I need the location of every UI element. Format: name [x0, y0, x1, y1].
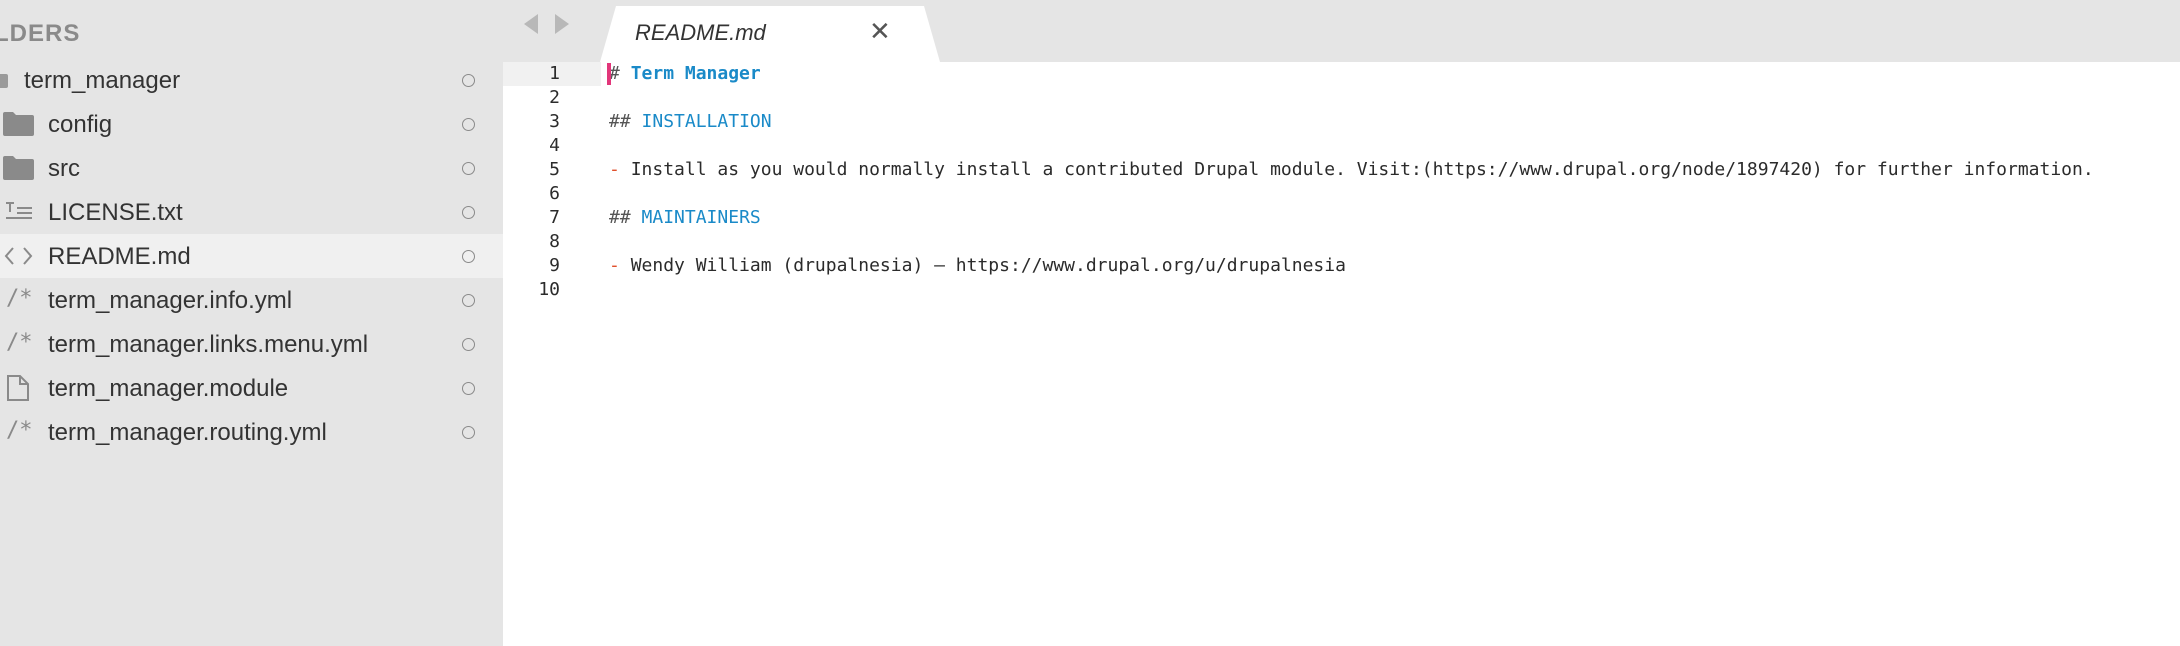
- open-indicator-icon: [462, 382, 475, 395]
- tree-row-module[interactable]: term_manager.module: [0, 366, 503, 410]
- editor-area[interactable]: [503, 62, 2180, 646]
- tree-row-links-menu-yml[interactable]: /* term_manager.links.menu.yml: [0, 322, 503, 366]
- bullet-marker: -: [609, 255, 620, 276]
- line-number: 9: [549, 255, 560, 276]
- line-number: 4: [549, 135, 560, 156]
- open-indicator-icon: [462, 250, 475, 263]
- tree-label-config: config: [48, 111, 113, 138]
- open-indicator-icon: [462, 74, 475, 87]
- line-number: 5: [549, 159, 560, 180]
- line-number: 10: [538, 279, 560, 300]
- back-arrow-icon[interactable]: [524, 14, 538, 34]
- tree-label-readme: README.md: [48, 243, 191, 270]
- open-indicator-icon: [462, 162, 475, 175]
- tree-label-src: src: [48, 155, 80, 182]
- folder-icon: [0, 102, 40, 146]
- tree-label-links-menu-yml: term_manager.links.menu.yml: [48, 331, 369, 358]
- tree-row-root[interactable]: term_manager: [0, 58, 503, 102]
- tree-row-config[interactable]: config: [0, 102, 503, 146]
- comment-slash-icon: /*: [6, 286, 33, 311]
- tree-label-license: LICENSE.txt: [48, 199, 183, 226]
- list-text: Wendy William (drupalnesia) — https://ww…: [630, 255, 1346, 276]
- open-indicator-icon: [462, 426, 475, 439]
- heading-marker: ##: [609, 207, 631, 228]
- list-text: Install as you would normally install a …: [630, 159, 2094, 180]
- folders-header: LDERS: [0, 20, 81, 47]
- open-indicator-icon: [462, 206, 475, 219]
- tree-row-license[interactable]: LICENSE.txt: [0, 190, 503, 234]
- line-number: 8: [549, 231, 560, 252]
- tree-row-routing-yml[interactable]: /* term_manager.routing.yml: [0, 410, 503, 454]
- code-line-1: # Term Manager: [609, 63, 761, 84]
- tree-row-readme[interactable]: README.md: [0, 234, 503, 278]
- tree-row-src[interactable]: src: [0, 146, 503, 190]
- close-icon[interactable]: ✕: [869, 17, 891, 47]
- file-icon: [0, 366, 40, 410]
- code-line-3: ## INSTALLATION: [609, 111, 772, 132]
- code-line-5: - Install as you would normally install …: [609, 159, 2094, 180]
- text-cursor: [607, 63, 611, 85]
- tree-label-routing-yml: term_manager.routing.yml: [48, 419, 327, 446]
- open-indicator-icon: [462, 118, 475, 131]
- comment-slash-icon: /*: [6, 330, 33, 355]
- bullet-marker: -: [609, 159, 620, 180]
- tree-row-info-yml[interactable]: /* term_manager.info.yml: [0, 278, 503, 322]
- folder-icon: [0, 146, 40, 190]
- heading-text: Term Manager: [630, 63, 761, 84]
- tree-label-info-yml: term_manager.info.yml: [48, 287, 293, 314]
- line-number: 3: [549, 111, 560, 132]
- line-number: 7: [549, 207, 560, 228]
- heading-text: MAINTAINERS: [641, 207, 761, 228]
- tree-label-root: term_manager: [24, 67, 181, 94]
- code-line-9: - Wendy William (drupalnesia) — https://…: [609, 255, 1346, 276]
- text-file-icon: [0, 190, 40, 234]
- sidebar: LDERS term_manager config src LICENSE.tx…: [0, 0, 503, 646]
- code-brackets-icon: [0, 234, 40, 278]
- code-line-7: ## MAINTAINERS: [609, 207, 761, 228]
- tree-label-module: term_manager.module: [48, 375, 289, 402]
- comment-slash-icon: /*: [6, 418, 33, 443]
- line-number: 2: [549, 87, 560, 108]
- heading-marker: ##: [609, 111, 631, 132]
- open-indicator-icon: [462, 338, 475, 351]
- line-number: 1: [549, 63, 560, 84]
- forward-arrow-icon[interactable]: [555, 14, 569, 34]
- open-indicator-icon: [462, 294, 475, 307]
- tab-title: README.md: [635, 20, 766, 45]
- line-number: 6: [549, 183, 560, 204]
- heading-text: INSTALLATION: [641, 111, 772, 132]
